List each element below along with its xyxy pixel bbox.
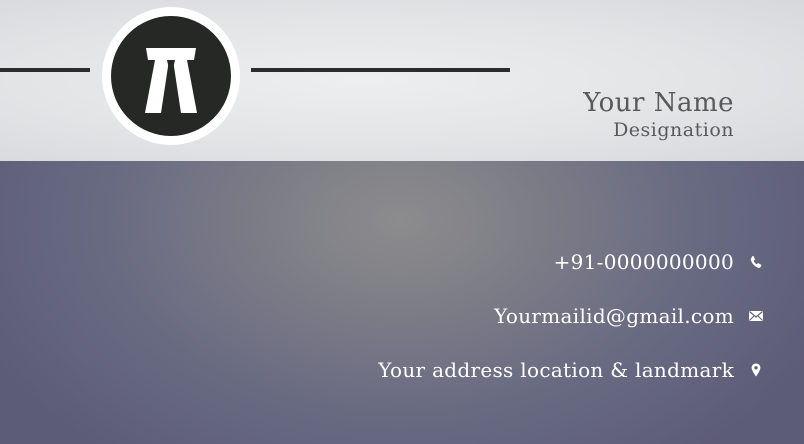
phone-icon <box>750 255 762 268</box>
logo-disc <box>111 16 231 136</box>
header-rule-left <box>0 68 90 72</box>
envelope-icon <box>749 311 763 321</box>
phone-number: +91-0000000000 <box>553 250 734 274</box>
advocate-bands-icon <box>145 48 197 113</box>
email-row: Yourmailid@gmail.com <box>494 303 764 329</box>
person-designation: Designation <box>613 119 734 141</box>
header-rule-right <box>251 68 510 72</box>
map-pin-icon <box>751 363 761 377</box>
address-text: Your address location & landmark <box>378 358 734 382</box>
phone-row: +91-0000000000 <box>554 249 764 275</box>
logo <box>102 7 240 145</box>
business-card: Your Name Designation +91-0000000000 You… <box>0 0 804 444</box>
name-block: Your Name Designation <box>583 88 734 142</box>
email-address: Yourmailid@gmail.com <box>494 304 734 328</box>
address-row: Your address location & landmark <box>378 357 764 383</box>
person-name: Your Name <box>583 88 734 118</box>
